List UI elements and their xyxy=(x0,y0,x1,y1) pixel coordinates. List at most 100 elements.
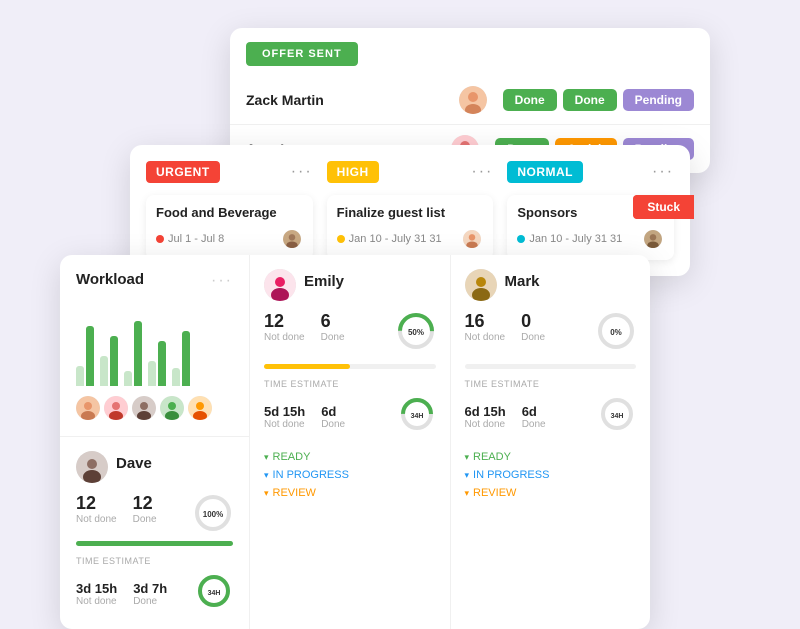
high-date-dot xyxy=(337,235,345,243)
high-card-date: Jan 10 - July 31 31 xyxy=(337,233,442,245)
emily-panel: Emily 12 Not done 6 Done 50% xyxy=(250,255,451,629)
bar-green-2 xyxy=(110,336,118,386)
mark-review-chevron: ▾ xyxy=(465,488,470,499)
bar-wrap-3 xyxy=(124,316,142,386)
emily-time-donut: 34H xyxy=(398,395,436,438)
zack-avatar xyxy=(459,86,487,114)
bar-light-2 xyxy=(100,356,108,386)
offer-row-zack: Zack Martin Done Done Pending xyxy=(230,76,710,125)
emily-time-row: 5d 15h Not done 6d Done 34H xyxy=(264,395,436,438)
dave-time-row: 3d 15h Not done 3d 7h Done 34H xyxy=(76,572,233,615)
dave-not-done-time: 3d 15h Not done xyxy=(76,581,117,607)
workload-dave-col: Workload ··· xyxy=(60,255,250,629)
dave-name: Dave xyxy=(116,455,152,472)
bar-wrap-2 xyxy=(100,316,118,386)
dave-progress-wrap xyxy=(76,541,233,546)
bar-light-3 xyxy=(124,371,132,386)
emily-ready: ▾ READY xyxy=(264,448,436,466)
kanban-col-urgent: URGENT ··· Food and Beverage Jul 1 - Jul… xyxy=(146,161,313,260)
dave-stats: 12 Not done 12 Done 100% xyxy=(76,493,233,533)
bar-green-5 xyxy=(182,331,190,386)
emily-donut: 50% xyxy=(396,311,436,356)
bar-green-4 xyxy=(158,341,166,386)
emily-review: ▾ REVIEW xyxy=(264,484,436,502)
zack-name: Zack Martin xyxy=(246,92,451,108)
urgent-card: Food and Beverage Jul 1 - Jul 8 xyxy=(146,195,313,260)
bar-green-1 xyxy=(86,326,94,386)
dave-donut-svg: 100% xyxy=(193,493,233,533)
bar-group-3 xyxy=(124,316,142,386)
emily-ready-chevron: ▾ xyxy=(264,452,269,463)
emily-done-time: 6d Done xyxy=(321,404,345,430)
emily-not-done: 12 Not done xyxy=(264,311,305,356)
dave-card: Dave 12 Not done 12 Done 100% xyxy=(60,436,249,629)
zack-badge-2: Done xyxy=(563,89,617,111)
workload-title: Workload xyxy=(76,271,144,288)
wb-avatar-1 xyxy=(76,396,100,420)
workload-avatars xyxy=(76,396,233,420)
svg-text:0%: 0% xyxy=(610,328,622,337)
mark-time-donut: 34H xyxy=(598,395,636,438)
mark-done-time: 6d Done xyxy=(522,404,546,430)
dave-header: Dave xyxy=(76,451,233,483)
mark-progress-wrap xyxy=(465,364,637,369)
bar-group-1 xyxy=(76,316,94,386)
bar-light-4 xyxy=(148,361,156,386)
mark-in-progress: ▾ IN PROGRESS xyxy=(465,466,637,484)
bar-group-4 xyxy=(148,316,166,386)
high-label: HIGH xyxy=(327,161,379,183)
emily-progress-wrap xyxy=(264,364,436,369)
urgent-header: URGENT ··· xyxy=(146,161,313,183)
emily-time-estimate-label: TIME ESTIMATE xyxy=(264,379,436,389)
emily-header: Emily xyxy=(264,269,436,301)
urgent-card-date: Jul 1 - Jul 8 xyxy=(156,233,224,245)
mark-time-row: 6d 15h Not done 6d Done 34H xyxy=(465,395,637,438)
normal-card-date: Jan 10 - July 31 31 xyxy=(517,233,622,245)
workload-header: Workload ··· xyxy=(76,271,233,290)
urgent-card-footer: Jul 1 - Jul 8 xyxy=(156,228,303,250)
bar-light-1 xyxy=(76,366,84,386)
emily-in-progress: ▾ IN PROGRESS xyxy=(264,466,436,484)
mark-not-done: 16 Not done xyxy=(465,311,506,356)
people-section: Emily 12 Not done 6 Done 50% xyxy=(250,255,650,629)
dave-done: 12 Done xyxy=(133,493,157,533)
mark-stats: 16 Not done 0 Done 0% xyxy=(465,311,637,356)
mark-not-done-time: 6d 15h Not done xyxy=(465,404,506,430)
mark-ready-section: ▾ READY ▾ IN PROGRESS ▾ REVIEW xyxy=(465,448,637,502)
svg-text:34H: 34H xyxy=(208,590,221,597)
bar-light-5 xyxy=(172,368,180,386)
normal-date-dot xyxy=(517,235,525,243)
mark-name: Mark xyxy=(505,273,540,290)
mark-time-estimate-label: TIME ESTIMATE xyxy=(465,379,637,389)
mark-donut: 0% xyxy=(596,311,636,356)
svg-text:50%: 50% xyxy=(407,328,423,337)
stuck-badge-2: Stuck xyxy=(633,195,694,219)
mark-avatar xyxy=(465,269,497,301)
normal-card-avatar xyxy=(642,228,664,250)
urgent-date-dot xyxy=(156,235,164,243)
emily-progress-chevron: ▾ xyxy=(264,470,269,481)
urgent-card-title: Food and Beverage xyxy=(156,205,303,220)
dave-not-done: 12 Not done xyxy=(76,493,117,533)
dave-progress-fill xyxy=(76,541,233,546)
wb-avatar-5 xyxy=(188,396,212,420)
normal-header: NORMAL ··· xyxy=(507,161,674,183)
normal-dots: ··· xyxy=(652,163,674,181)
bar-wrap-5 xyxy=(172,316,190,386)
urgent-label: URGENT xyxy=(146,161,220,183)
normal-card-footer: Jan 10 - July 31 31 xyxy=(517,228,664,250)
mark-review: ▾ REVIEW xyxy=(465,484,637,502)
emily-avatar xyxy=(264,269,296,301)
mark-header: Mark xyxy=(465,269,637,301)
wb-avatar-3 xyxy=(132,396,156,420)
emily-review-chevron: ▾ xyxy=(264,488,269,499)
bar-wrap-4 xyxy=(148,316,166,386)
emily-ready-section: ▾ READY ▾ IN PROGRESS ▾ REVIEW xyxy=(264,448,436,502)
bar-group-2 xyxy=(100,316,118,386)
emily-done: 6 Done xyxy=(321,311,345,356)
mark-ready-chevron: ▾ xyxy=(465,452,470,463)
workload-dots: ··· xyxy=(211,272,233,290)
emily-stats: 12 Not done 6 Done 50% xyxy=(264,311,436,356)
high-card-title: Finalize guest list xyxy=(337,205,484,220)
zack-badge-1: Done xyxy=(503,89,557,111)
